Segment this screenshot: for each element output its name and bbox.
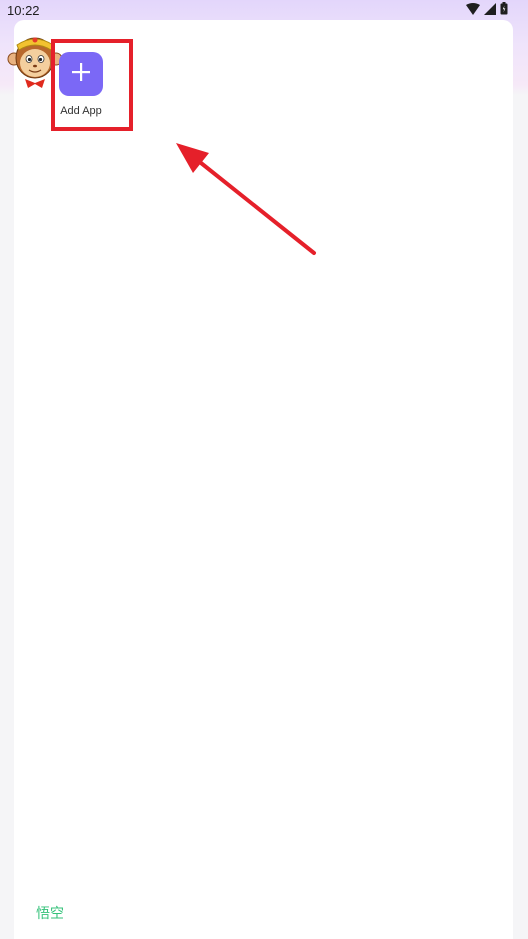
signal-icon — [484, 2, 496, 20]
monkey-mascot-logo — [5, 31, 65, 91]
status-icons — [466, 2, 508, 20]
plus-icon — [71, 62, 91, 87]
app-list-card — [14, 20, 513, 939]
add-app-label: Add App — [60, 105, 102, 117]
add-app-button[interactable] — [59, 52, 103, 96]
wifi-icon — [466, 2, 480, 20]
footer-brand-text: 悟空 — [36, 906, 64, 922]
status-time: 10:22 — [7, 3, 40, 18]
battery-icon — [500, 2, 508, 20]
add-app-tile[interactable]: Add App — [57, 52, 105, 117]
status-bar: 10:22 — [0, 0, 528, 22]
phone-screen: 10:22 Add App 悟空 — [0, 0, 528, 939]
